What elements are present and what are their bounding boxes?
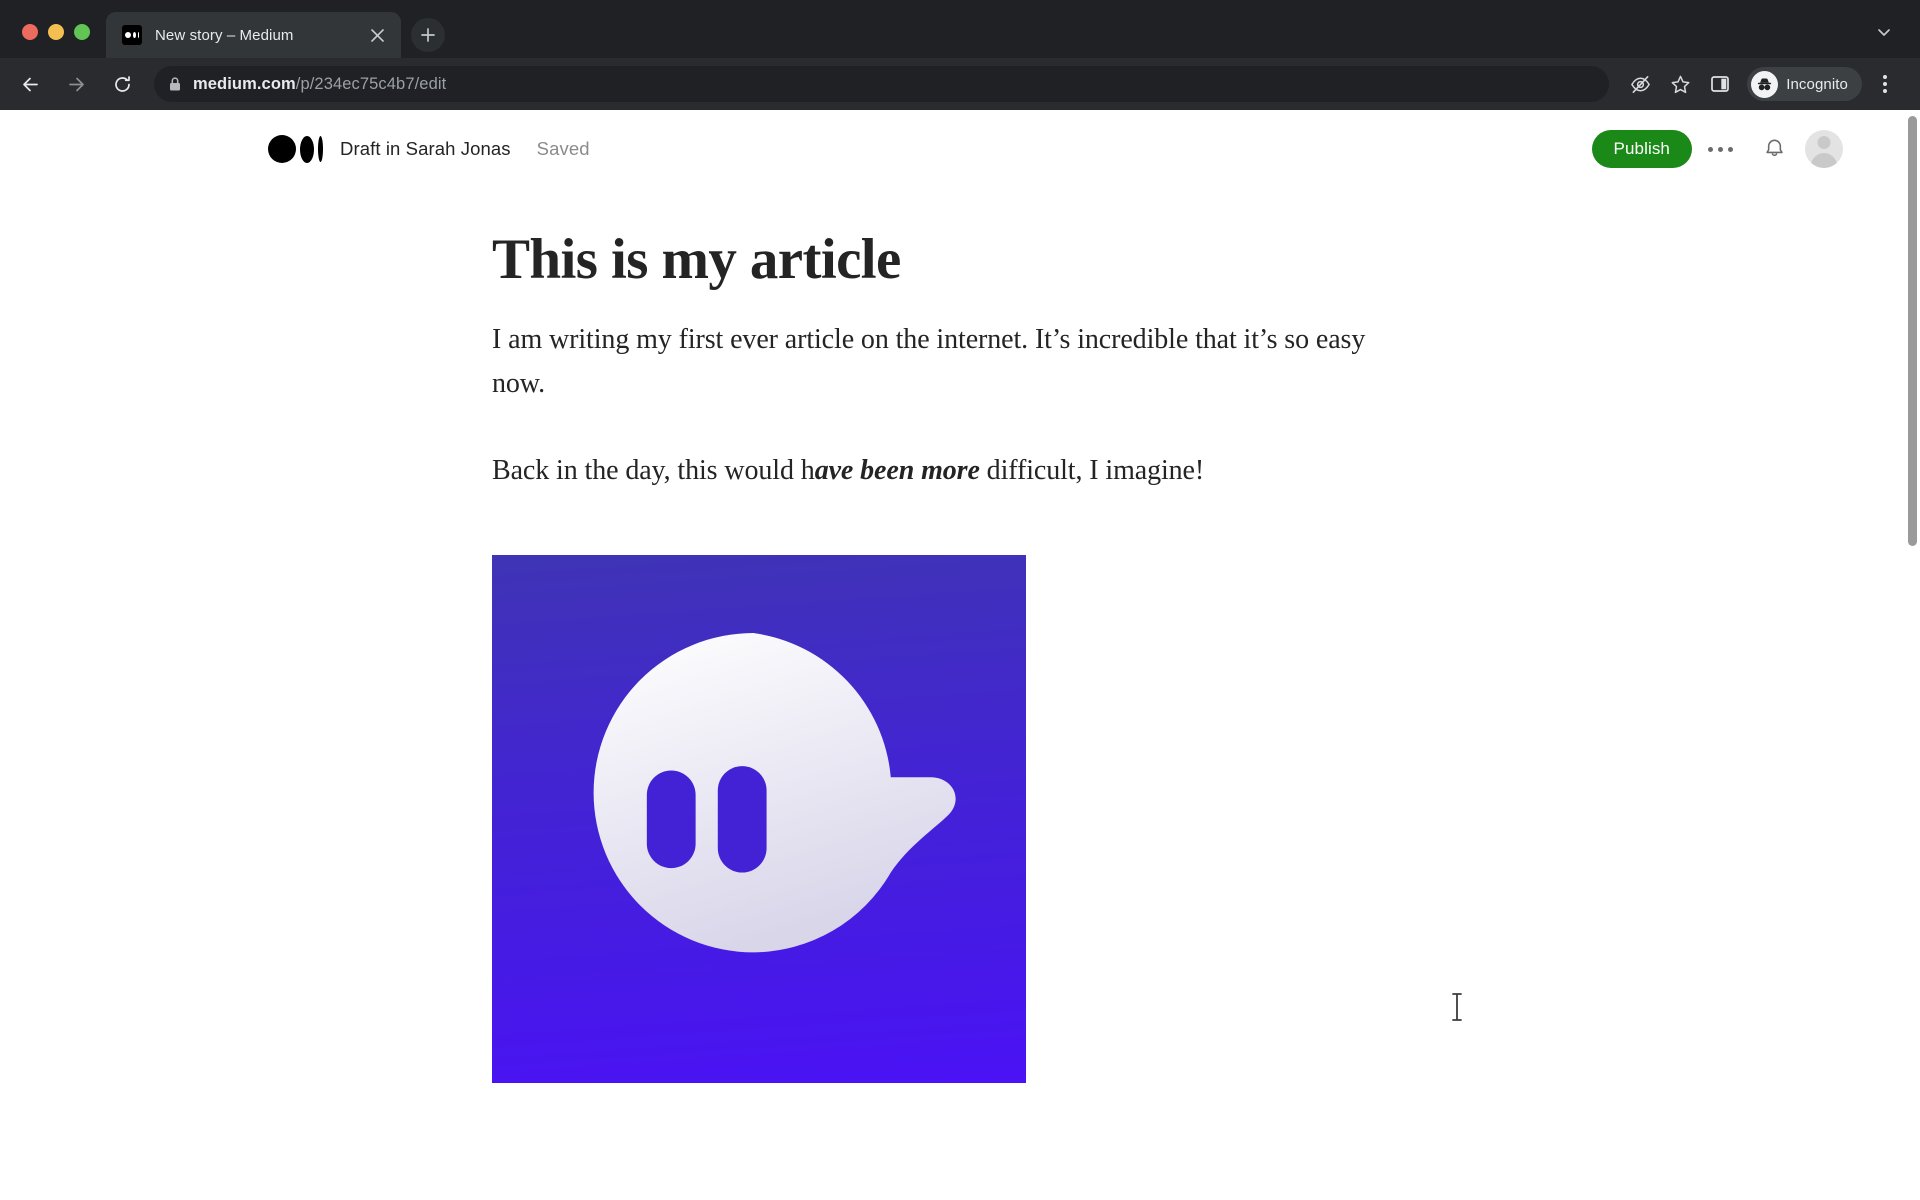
close-icon[interactable] (365, 23, 389, 47)
article-image-figure[interactable] (492, 554, 1026, 1083)
tab-title: New story – Medium (155, 26, 294, 44)
scrollbar-thumb[interactable] (1908, 116, 1917, 546)
draft-owner-label: Draft in Sarah Jonas (340, 138, 511, 159)
text-cursor (1452, 993, 1462, 1021)
article-paragraph-1[interactable]: I am writing my first ever article on th… (492, 318, 1400, 405)
eye-off-icon (1630, 75, 1650, 93)
url-text: medium.com/p/234ec75c4b7/edit (193, 75, 446, 94)
side-panel-icon (1711, 76, 1730, 92)
bell-icon[interactable] (1748, 127, 1800, 171)
page-scrollbar[interactable] (1905, 110, 1920, 1200)
page-viewport: Draft in Sarah Jonas Saved Publish This … (0, 110, 1920, 1200)
bookmark-button[interactable] (1663, 67, 1697, 101)
browser-toolbar: medium.com/p/234ec75c4b7/edit Incognito (0, 58, 1920, 110)
star-icon (1671, 75, 1690, 93)
medium-header: Draft in Sarah Jonas Saved Publish (0, 110, 1920, 188)
save-status-label: Saved (536, 138, 590, 159)
arrow-left-icon (22, 77, 38, 91)
three-dot-vertical-icon (1883, 75, 1887, 93)
url-host: medium.com (193, 74, 296, 93)
reload-icon (114, 75, 130, 92)
browser-menu-button[interactable] (1868, 67, 1902, 101)
lock-icon (170, 77, 180, 91)
tracking-protection-button[interactable] (1623, 67, 1657, 101)
article-paragraph-2[interactable]: Back in the day, this would have been mo… (492, 449, 1400, 493)
close-window-button[interactable] (22, 24, 38, 40)
article-title[interactable]: This is my article (492, 228, 1400, 292)
window-controls (0, 24, 106, 58)
article-editor[interactable]: This is my article I am writing my first… (0, 188, 1400, 1083)
side-panel-button[interactable] (1703, 67, 1737, 101)
paragraph-2-text-after: difficult, I imagine! (979, 455, 1205, 487)
browser-tab[interactable]: New story – Medium (106, 12, 401, 58)
ghost-logo-image (492, 554, 1026, 1083)
profile-label: Incognito (1786, 75, 1848, 93)
maximize-window-button[interactable] (74, 24, 90, 40)
tab-strip: New story – Medium (0, 0, 1920, 58)
plus-icon (421, 28, 435, 42)
back-button[interactable] (10, 64, 50, 104)
ghost-shape-icon (593, 633, 957, 953)
address-bar[interactable]: medium.com/p/234ec75c4b7/edit (154, 66, 1610, 102)
avatar-icon[interactable] (1800, 127, 1848, 171)
profile-chip[interactable]: Incognito (1747, 67, 1862, 101)
medium-logo-icon[interactable] (268, 135, 323, 163)
url-path: /p/234ec75c4b7/edit (295, 74, 447, 93)
minimize-window-button[interactable] (48, 24, 64, 40)
browser-window: New story – Medium medium.com/p/234ec75c… (0, 0, 1920, 1200)
chevron-down-icon (1878, 29, 1890, 36)
arrow-right-icon (68, 77, 84, 91)
header-actions: Publish (1591, 127, 1848, 171)
medium-logo-icon (122, 25, 142, 45)
forward-button[interactable] (56, 64, 96, 104)
reload-button[interactable] (102, 64, 142, 104)
publish-button[interactable]: Publish (1591, 130, 1692, 168)
three-dot-horizontal-icon[interactable] (1692, 127, 1748, 171)
new-tab-button[interactable] (411, 18, 445, 52)
incognito-icon (1751, 70, 1779, 98)
tab-search-button[interactable] (1870, 18, 1898, 46)
paragraph-2-emphasis: ave been more (814, 455, 980, 487)
paragraph-2-text-before: Back in the day, this would h (492, 455, 815, 487)
